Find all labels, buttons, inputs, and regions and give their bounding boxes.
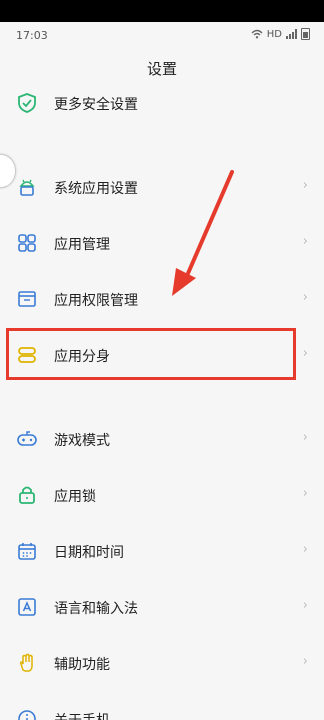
settings-screen: 17:03 HD 设置 更多安全设置 系统应用设置 › 应用管理 › 应用权限管…	[0, 0, 324, 720]
annotation-arrow	[172, 170, 234, 296]
